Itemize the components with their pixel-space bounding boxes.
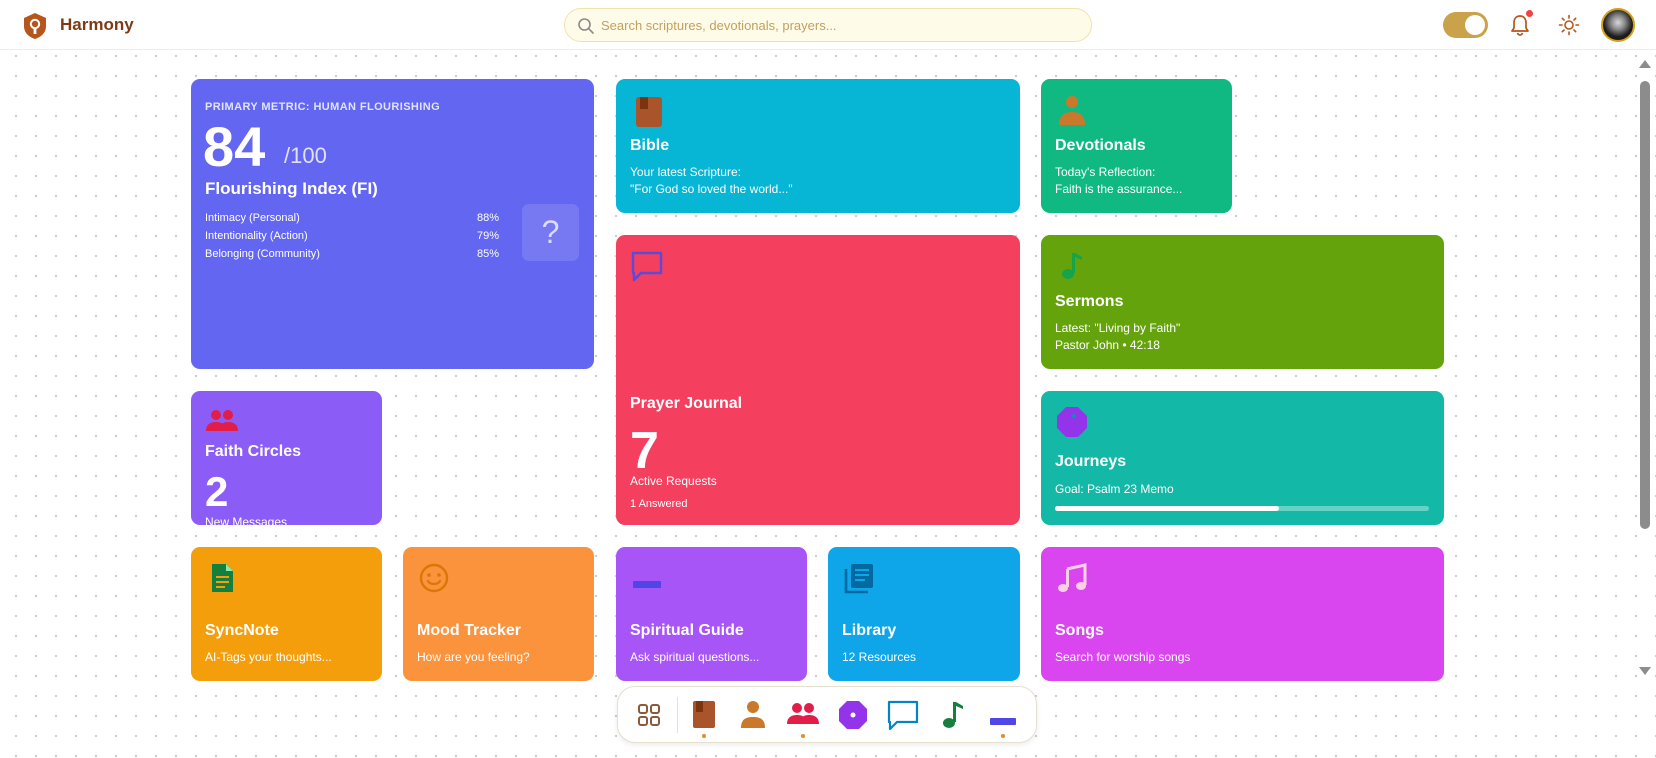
journeys-tile[interactable]: Journeys Goal: Psalm 23 Memo	[1041, 391, 1444, 525]
tile-line2: "For God so loved the world..."	[630, 182, 793, 196]
help-button[interactable]: ?	[522, 204, 579, 261]
tile-line1: 12 Resources	[842, 650, 917, 664]
active-requests-count: 7	[630, 422, 659, 480]
tile-line1: Your latest Scripture:	[630, 165, 741, 179]
devotionals-tile[interactable]: Devotionals Today's Reflection: Faith is…	[1041, 79, 1232, 213]
bar-icon[interactable]	[986, 698, 1020, 732]
notification-badge	[1526, 10, 1533, 17]
tile-title: Prayer Journal	[630, 395, 743, 412]
book-icon[interactable]	[687, 698, 721, 732]
mood-tracker-tile[interactable]: Mood Tracker How are you feeling?	[403, 547, 594, 681]
chat-bubble-icon	[631, 251, 663, 282]
tile-title: Sermons	[1055, 293, 1124, 310]
library-tile[interactable]: Library 12 Resources	[828, 547, 1020, 681]
tile-line1: Latest: "Living by Faith"	[1055, 321, 1181, 335]
tile-line1: AI-Tags your thoughts...	[205, 650, 332, 664]
sermons-tile[interactable]: Sermons Latest: "Living by Faith" Pastor…	[1041, 235, 1444, 369]
bottom-dock	[617, 686, 1037, 743]
search-bar[interactable]	[564, 8, 1092, 42]
person-icon	[1059, 96, 1085, 125]
new-messages-count: 2	[205, 468, 229, 515]
journey-progress-fill	[1055, 506, 1280, 511]
metric-row-belonging: Belonging (Community) 85%	[205, 248, 499, 264]
app-name[interactable]: Harmony	[60, 15, 134, 35]
user-avatar[interactable]	[1601, 8, 1635, 42]
tile-title: Mood Tracker	[417, 622, 522, 639]
tile-line1: Today's Reflection:	[1055, 165, 1156, 179]
metric-value: 88%	[476, 212, 499, 224]
tile-title: SyncNote	[205, 622, 279, 639]
dock-active-dot	[1001, 734, 1005, 738]
tile-title: Faith Circles	[205, 443, 302, 460]
grid-icon[interactable]	[632, 698, 666, 732]
tile-line1: Search for worship songs	[1055, 650, 1191, 664]
journey-progress-bar	[1055, 506, 1429, 511]
metric-row-intentionality: Intentionality (Action) 79%	[205, 230, 499, 246]
smiley-icon	[419, 563, 449, 593]
flourishing-index-card[interactable]: PRIMARY METRIC: HUMAN FLOURISHING 84 /10…	[191, 79, 594, 369]
score-max: /100	[284, 143, 327, 168]
bible-tile[interactable]: Bible Your latest Scripture: "For God so…	[616, 79, 1020, 213]
metric-row-intimacy: Intimacy (Personal) 88%	[205, 212, 499, 228]
flourishing-score: 84	[203, 115, 266, 178]
search-input[interactable]	[601, 9, 1081, 41]
tile-line2: Pastor John • 42:18	[1055, 338, 1160, 352]
metric-value: 85%	[476, 248, 499, 260]
scroll-down-arrow[interactable]	[1639, 667, 1651, 675]
tile-line2: Faith is the assurance...	[1055, 182, 1183, 196]
book-icon	[636, 97, 662, 127]
tile-title: Bible	[630, 137, 670, 154]
index-name: Flourishing Index (FI)	[205, 179, 378, 198]
metric-value: 79%	[476, 230, 499, 242]
sun-icon[interactable]	[1558, 14, 1580, 36]
music-note-icon[interactable]	[936, 698, 970, 732]
prayer-journal-tile[interactable]: Prayer Journal 7 Active Requests 1 Answe…	[616, 235, 1020, 525]
group-icon[interactable]	[786, 698, 820, 732]
songs-tile[interactable]: Songs Search for worship songs	[1041, 547, 1444, 681]
top-bar: Harmony	[0, 0, 1656, 50]
tile-line1: Ask spiritual questions...	[630, 650, 760, 664]
metric-kicker: PRIMARY METRIC: HUMAN FLOURISHING	[205, 101, 441, 113]
tile-title: Devotionals	[1055, 137, 1146, 154]
tile-title: Spiritual Guide	[630, 622, 744, 639]
music-note-icon	[1062, 253, 1082, 279]
tile-line1: Goal: Psalm 23 Memo	[1055, 482, 1174, 496]
document-icon	[212, 564, 233, 592]
dock-active-dot	[801, 734, 805, 738]
group-icon	[206, 410, 238, 431]
library-icon	[844, 564, 873, 594]
person-icon[interactable]	[736, 698, 770, 732]
chat-bubble-icon[interactable]	[886, 698, 920, 732]
dock-separator	[677, 697, 678, 733]
metric-label: Intimacy (Personal)	[205, 212, 300, 224]
faith-circles-tile[interactable]: Faith Circles 2 New Messages	[191, 391, 382, 525]
tile-title: Journeys	[1055, 453, 1127, 470]
scroll-up-arrow[interactable]	[1639, 60, 1651, 68]
count-label: New Messages	[205, 515, 288, 525]
search-icon	[578, 18, 594, 34]
theme-toggle[interactable]	[1443, 12, 1488, 38]
scrollbar-thumb[interactable]	[1640, 81, 1650, 529]
octagon-icon	[1057, 407, 1087, 437]
bar-icon	[633, 581, 661, 588]
octagon-icon[interactable]	[836, 698, 870, 732]
shield-logo-icon[interactable]	[22, 12, 48, 40]
music-icon	[1058, 563, 1087, 592]
tile-title: Library	[842, 622, 897, 639]
count-label: Active Requests	[630, 474, 717, 488]
dock-active-dot	[702, 734, 706, 738]
spiritual-guide-tile[interactable]: Spiritual Guide Ask spiritual questions.…	[616, 547, 807, 681]
tile-title: Songs	[1055, 622, 1104, 639]
metric-label: Intentionality (Action)	[205, 230, 308, 242]
toggle-knob	[1465, 15, 1485, 35]
tile-line1: How are you feeling?	[417, 650, 530, 664]
syncnote-tile[interactable]: SyncNote AI-Tags your thoughts...	[191, 547, 382, 681]
answered-label: 1 Answered	[630, 498, 688, 510]
metric-label: Belonging (Community)	[205, 248, 320, 260]
